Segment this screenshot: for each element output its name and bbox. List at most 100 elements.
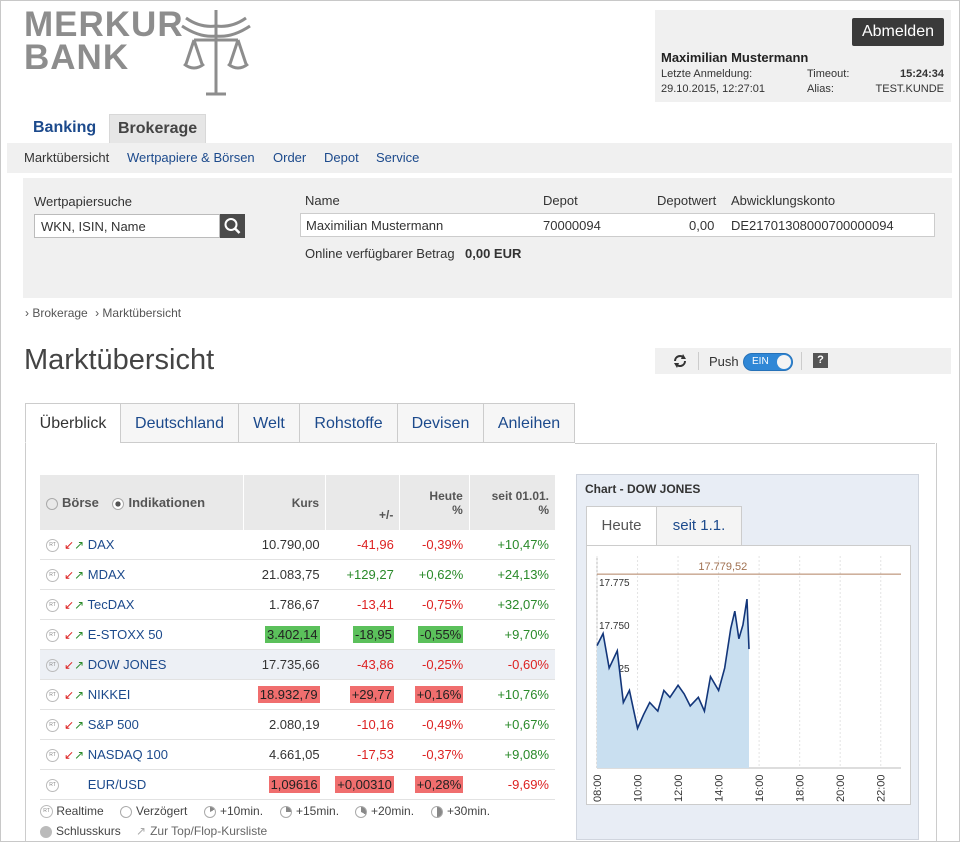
legend-15min-label: +15min. (296, 804, 340, 818)
tab-devisen[interactable]: Devisen (397, 403, 484, 443)
instrument-name[interactable]: EUR/USD (88, 777, 147, 792)
tab-deutschland[interactable]: Deutschland (120, 403, 239, 443)
cell-heute: +0,62% (399, 559, 470, 590)
subnav-wertpapiere[interactable]: Wertpapiere & Börsen (127, 150, 255, 165)
x-tick-label: 20:00 (835, 774, 847, 802)
radio-boerse-label[interactable]: Börse (62, 495, 99, 510)
toggle-knob (777, 355, 791, 369)
table-row[interactable]: RT↙↗ EUR/USD 1,09616 +0,00310 +0,28% -9,… (40, 769, 555, 800)
x-tick-label: 22:00 (876, 774, 888, 802)
cell-kurs: 1.786,67 (243, 589, 326, 620)
cell-heute: -0,49% (399, 709, 470, 740)
top-flop-arrows-icon[interactable]: ↙↗ (64, 538, 84, 552)
cell-seit: +32,07% (469, 589, 555, 620)
top-flop-arrows-icon[interactable]: ↙↗ (64, 598, 84, 612)
table-row[interactable]: RT ↙↗ S&P 500 2.080,19 -10,16 -0,49% +0,6… (40, 709, 555, 740)
pie-15-icon (280, 805, 292, 818)
tab-ueberblick[interactable]: Überblick (25, 403, 121, 443)
legend-20min-label: +20min. (371, 804, 415, 818)
radio-boerse[interactable] (46, 497, 58, 510)
subnav-service[interactable]: Service (376, 150, 419, 165)
breadcrumb-marktuebersicht[interactable]: Marktübersicht (102, 306, 181, 320)
chart-tab-heute[interactable]: Heute (586, 506, 657, 546)
subnav-marktuebersicht[interactable]: Marktübersicht (24, 150, 109, 165)
instrument-name[interactable]: S&P 500 (88, 717, 139, 732)
cell-seit: -9,69% (469, 769, 555, 800)
tab-banking[interactable]: Banking (25, 114, 104, 142)
instrument-name[interactable]: DAX (88, 537, 115, 552)
closing-price-icon (40, 825, 52, 838)
legend-closing: Schlusskurs (40, 824, 121, 838)
tab-rohstoffe[interactable]: Rohstoffe (299, 403, 398, 443)
realtime-icon: RT (46, 659, 59, 673)
cell-kurs: 4.661,05 (243, 739, 326, 770)
cell-diff: +29,77 (349, 686, 394, 703)
instrument-name[interactable]: NASDAQ 100 (88, 747, 168, 762)
table-row[interactable]: RT ↙↗ DAX 10.790,00 -41,96 -0,39% +10,47% (40, 530, 555, 560)
radio-indikationen-label[interactable]: Indikationen (128, 495, 205, 510)
logout-button[interactable]: Abmelden (851, 18, 944, 46)
realtime-icon: RT (40, 805, 53, 819)
logo-line1: MERKUR (24, 5, 184, 44)
table-row[interactable]: RT ↙↗ TecDAX 1.786,67 -13,41 -0,75% +32,0… (40, 589, 555, 620)
top-flop-arrows-icon[interactable]: ↙↗ (64, 748, 84, 762)
col-heute-label: Heute (429, 488, 463, 503)
top-flop-arrows-icon[interactable]: ↙↗ (64, 688, 84, 702)
chevron-right-icon: › (95, 306, 100, 320)
table-header-row: Börse Indikationen Kurs +/- Heute % seit… (40, 475, 555, 530)
table-row[interactable]: RT ↙↗ MDAX 21.083,75 +129,27 +0,62% +24,1… (40, 559, 555, 590)
help-icon[interactable]: ? (813, 353, 828, 368)
radio-indikationen[interactable] (112, 497, 125, 510)
instrument-name[interactable]: NIKKEI (88, 687, 131, 702)
cell-heute: -0,39% (399, 530, 470, 560)
legend-topflop-label[interactable]: Zur Top/Flop-Kursliste (150, 824, 267, 838)
y-tick-label: 17.775 (599, 578, 630, 589)
instrument-name[interactable]: E-STOXX 50 (88, 627, 163, 642)
divider (698, 352, 699, 370)
tab-brokerage[interactable]: Brokerage (109, 114, 207, 143)
instrument-name[interactable]: DOW JONES (88, 657, 167, 672)
legend-30min-label: +30min. (447, 804, 491, 818)
table-row-selected[interactable]: RT ↙↗ DOW JONES 17.735,66 -43,86 -0,25% -… (40, 649, 555, 680)
search-button[interactable] (220, 214, 245, 238)
table-row[interactable]: RT ↙↗ NASDAQ 100 4.661,05 -17,53 -0,37% +… (40, 739, 555, 770)
cell-kurs: 1,09616 (268, 776, 320, 793)
cell-seit: +10,47% (469, 530, 555, 560)
subnav-order[interactable]: Order (273, 150, 306, 165)
scales-icon (181, 10, 251, 96)
top-flop-arrows-icon[interactable]: ↙↗ (64, 628, 84, 642)
top-flop-arrows-icon[interactable]: ↙↗ (64, 658, 84, 672)
instrument-name[interactable]: TecDAX (88, 597, 135, 612)
breadcrumb-brokerage[interactable]: Brokerage (32, 306, 87, 320)
chart-tab-seit[interactable]: seit 1.1. (656, 506, 742, 546)
chevron-right-icon: › (25, 306, 29, 320)
instrument-name[interactable]: MDAX (88, 567, 126, 582)
realtime-icon: RT (46, 779, 59, 793)
x-tick-label: 10:00 (633, 774, 645, 802)
search-input[interactable]: WKN, ISIN, Name (34, 214, 220, 238)
tab-anleihen[interactable]: Anleihen (483, 403, 575, 443)
push-toggle[interactable]: EIN (743, 353, 793, 371)
push-bar: Push EIN ? (655, 348, 951, 374)
subnav-depot[interactable]: Depot (324, 150, 359, 165)
table-row[interactable]: RT ↙↗ E-STOXX 50 3.402,14 -18,95 -0,55% +… (40, 619, 555, 650)
cell-diff: +0,00310 (335, 776, 394, 793)
legend-topflop[interactable]: ↗ Zur Top/Flop-Kursliste (136, 824, 267, 838)
top-flop-arrows-icon[interactable]: ↙↗ (64, 718, 84, 732)
cell-heute: -0,25% (399, 649, 470, 680)
divider (801, 352, 802, 370)
logo-line2: BANK (24, 38, 130, 77)
last-login-value: 29.10.2015, 12:27:01 (661, 83, 765, 95)
tab-welt[interactable]: Welt (238, 403, 300, 443)
legend-15min: +15min. (280, 804, 339, 818)
refresh-icon[interactable] (672, 353, 688, 369)
user-name: Maximilian Mustermann (661, 50, 809, 65)
timeout-label: Timeout: (807, 68, 850, 80)
x-tick-label: 12:00 (673, 774, 685, 802)
col-kurs: Kurs (243, 475, 327, 530)
top-flop-arrows-icon[interactable]: ↙↗ (64, 568, 84, 582)
account-konto: DE21701308000700000094 (731, 218, 894, 233)
cell-seit: +10,76% (469, 679, 555, 710)
cell-seit: +24,13% (469, 559, 555, 590)
table-row[interactable]: RT ↙↗ NIKKEI 18.932,79 +29,77 +0,16% +10,… (40, 679, 555, 710)
